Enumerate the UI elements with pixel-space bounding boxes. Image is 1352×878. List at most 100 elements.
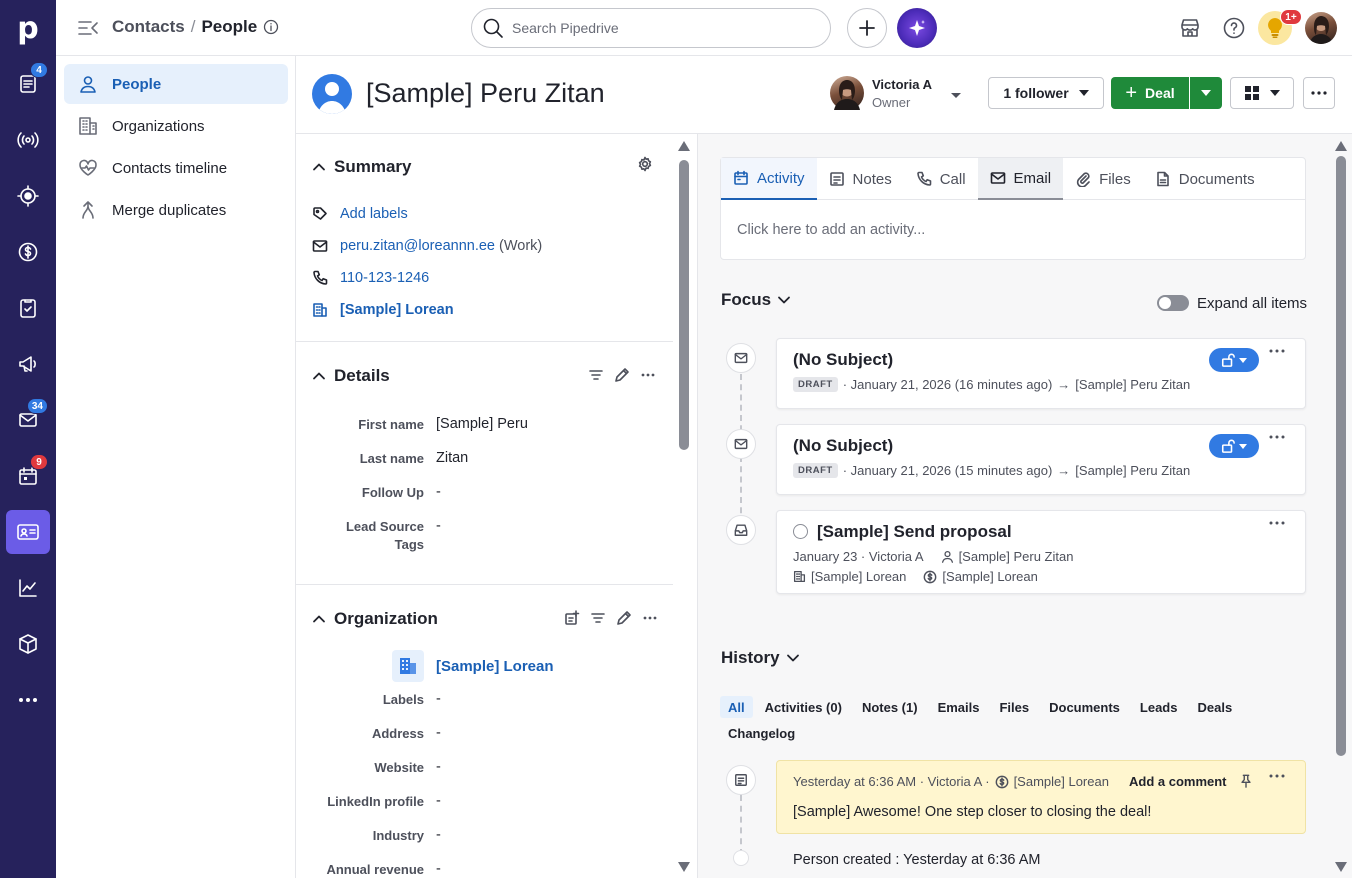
- scroll-up-arrow[interactable]: [678, 141, 690, 151]
- note-deal[interactable]: [Sample] Lorean: [1014, 774, 1109, 789]
- field-value-first-name[interactable]: [Sample] Peru: [436, 416, 528, 432]
- note-text[interactable]: [Sample] Awesome! One step closer to clo…: [793, 804, 1151, 820]
- summary-org-link[interactable]: [Sample] Lorean: [340, 302, 454, 318]
- history-header[interactable]: History: [721, 648, 800, 668]
- history-tab-activities[interactable]: Activities (0): [757, 696, 850, 718]
- expand-all-toggle[interactable]: [1157, 295, 1189, 311]
- activity-title[interactable]: [Sample] Send proposal: [817, 522, 1012, 542]
- search-input[interactable]: [512, 20, 802, 36]
- filter-icon[interactable]: [588, 367, 604, 383]
- more-dots-icon[interactable]: [640, 367, 656, 383]
- history-tab-changelog[interactable]: Changelog: [720, 722, 803, 744]
- pencil-icon[interactable]: [614, 367, 630, 383]
- field-value-follow-up[interactable]: -: [436, 484, 441, 500]
- organization-header[interactable]: Organization: [312, 609, 438, 629]
- summary-header[interactable]: Summary: [312, 157, 411, 177]
- rail-leads-button[interactable]: 4: [6, 62, 50, 106]
- email-subject[interactable]: (No Subject): [793, 436, 893, 456]
- ai-assistant-button[interactable]: [897, 8, 937, 48]
- field-value-lead-source-tags[interactable]: -: [436, 518, 441, 534]
- filter-icon[interactable]: [590, 610, 606, 626]
- followers-button[interactable]: 1 follower: [988, 77, 1104, 109]
- pipedrive-logo[interactable]: p: [0, 0, 56, 56]
- rail-contacts-button[interactable]: [6, 510, 50, 554]
- activity-org[interactable]: [Sample] Lorean: [811, 569, 906, 584]
- focus-activity-card[interactable]: [Sample] Send proposal January 23 · Vict…: [776, 510, 1306, 594]
- email-recipient[interactable]: [Sample] Peru Zitan: [1075, 463, 1190, 478]
- add-labels-link[interactable]: Add labels: [340, 206, 408, 222]
- email-more-button[interactable]: [1269, 435, 1285, 439]
- user-avatar[interactable]: [1305, 12, 1337, 44]
- focus-email-card[interactable]: (No Subject) DRAFT · January 21, 2026 (1…: [776, 338, 1306, 409]
- email-link[interactable]: peru.zitan@loreannn.ee: [340, 238, 495, 254]
- subnav-merge-duplicates[interactable]: Merge duplicates: [64, 190, 288, 230]
- search-box[interactable]: [471, 8, 831, 48]
- note-more-button[interactable]: [1269, 774, 1285, 778]
- rail-deals-button[interactable]: [6, 230, 50, 274]
- rail-products-button[interactable]: [6, 622, 50, 666]
- history-tab-deals[interactable]: Deals: [1189, 696, 1240, 718]
- help-button[interactable]: [1222, 16, 1246, 40]
- field-value-industry[interactable]: -: [436, 827, 441, 843]
- rail-insights-button[interactable]: [6, 566, 50, 610]
- email-visibility-button[interactable]: [1209, 434, 1259, 458]
- focus-header[interactable]: Focus: [721, 290, 791, 310]
- owner-name[interactable]: Victoria A: [872, 77, 932, 92]
- subnav-organizations[interactable]: Organizations: [64, 106, 288, 146]
- details-scrollbar[interactable]: [677, 134, 691, 878]
- tab-call[interactable]: Call: [904, 158, 978, 200]
- field-value-website[interactable]: -: [436, 759, 441, 775]
- gear-icon[interactable]: [637, 156, 653, 172]
- email-recipient[interactable]: [Sample] Peru Zitan: [1075, 377, 1190, 392]
- composer-placeholder[interactable]: Click here to add an activity...: [737, 222, 925, 238]
- rail-calendar-button[interactable]: 9: [6, 454, 50, 498]
- rail-target-button[interactable]: [6, 174, 50, 218]
- rail-mail-button[interactable]: 34: [6, 398, 50, 442]
- scroll-up-arrow[interactable]: [1335, 141, 1347, 151]
- rail-campaigns-button[interactable]: [6, 342, 50, 386]
- person-name[interactable]: [Sample] Peru Zitan: [366, 78, 605, 109]
- tab-notes[interactable]: Notes: [817, 158, 904, 200]
- history-tab-files[interactable]: Files: [991, 696, 1037, 718]
- owner-avatar[interactable]: [830, 76, 864, 110]
- field-value-annual-revenue[interactable]: -: [436, 861, 441, 877]
- email-more-button[interactable]: [1269, 349, 1285, 353]
- details-header[interactable]: Details: [312, 366, 390, 386]
- pin-button[interactable]: [1239, 774, 1253, 788]
- collapse-menu-button[interactable]: [76, 16, 100, 40]
- tab-email[interactable]: Email: [977, 158, 1064, 200]
- info-icon[interactable]: [263, 19, 279, 35]
- more-dots-icon[interactable]: [642, 610, 658, 626]
- rail-more-button[interactable]: [6, 678, 50, 722]
- rail-tasks-button[interactable]: [6, 286, 50, 330]
- subnav-people[interactable]: People: [64, 64, 288, 104]
- history-tab-documents[interactable]: Documents: [1041, 696, 1128, 718]
- focus-email-card[interactable]: (No Subject) DRAFT · January 21, 2026 (1…: [776, 424, 1306, 495]
- breadcrumb-contacts[interactable]: Contacts: [112, 17, 185, 37]
- scroll-down-arrow[interactable]: [678, 862, 690, 872]
- phone-link[interactable]: 110-123-1246: [340, 270, 429, 286]
- scroll-down-arrow[interactable]: [1335, 862, 1347, 872]
- field-value-address[interactable]: -: [436, 725, 441, 741]
- organization-name-link[interactable]: [Sample] Lorean: [436, 658, 554, 675]
- rail-broadcast-button[interactable]: [6, 118, 50, 162]
- field-value-linkedin[interactable]: -: [436, 793, 441, 809]
- email-subject[interactable]: (No Subject): [793, 350, 893, 370]
- history-tab-emails[interactable]: Emails: [930, 696, 988, 718]
- tab-files[interactable]: Files: [1063, 158, 1143, 200]
- field-value-last-name[interactable]: Zitan: [436, 450, 468, 466]
- activity-more-button[interactable]: [1269, 521, 1285, 525]
- deal-options-button[interactable]: [1190, 77, 1222, 109]
- pencil-icon[interactable]: [616, 610, 632, 626]
- link-org-icon[interactable]: [564, 610, 580, 626]
- scroll-thumb[interactable]: [1336, 156, 1346, 756]
- tab-documents[interactable]: Documents: [1143, 158, 1267, 200]
- subnav-contacts-timeline[interactable]: Contacts timeline: [64, 148, 288, 188]
- more-actions-button[interactable]: [1303, 77, 1335, 109]
- scroll-thumb[interactable]: [679, 160, 689, 450]
- marketplace-button[interactable]: [1178, 16, 1202, 40]
- field-value-labels[interactable]: -: [436, 691, 441, 707]
- quick-add-button[interactable]: [847, 8, 887, 48]
- layout-switcher-button[interactable]: [1230, 77, 1294, 109]
- activity-done-checkbox[interactable]: [793, 524, 808, 539]
